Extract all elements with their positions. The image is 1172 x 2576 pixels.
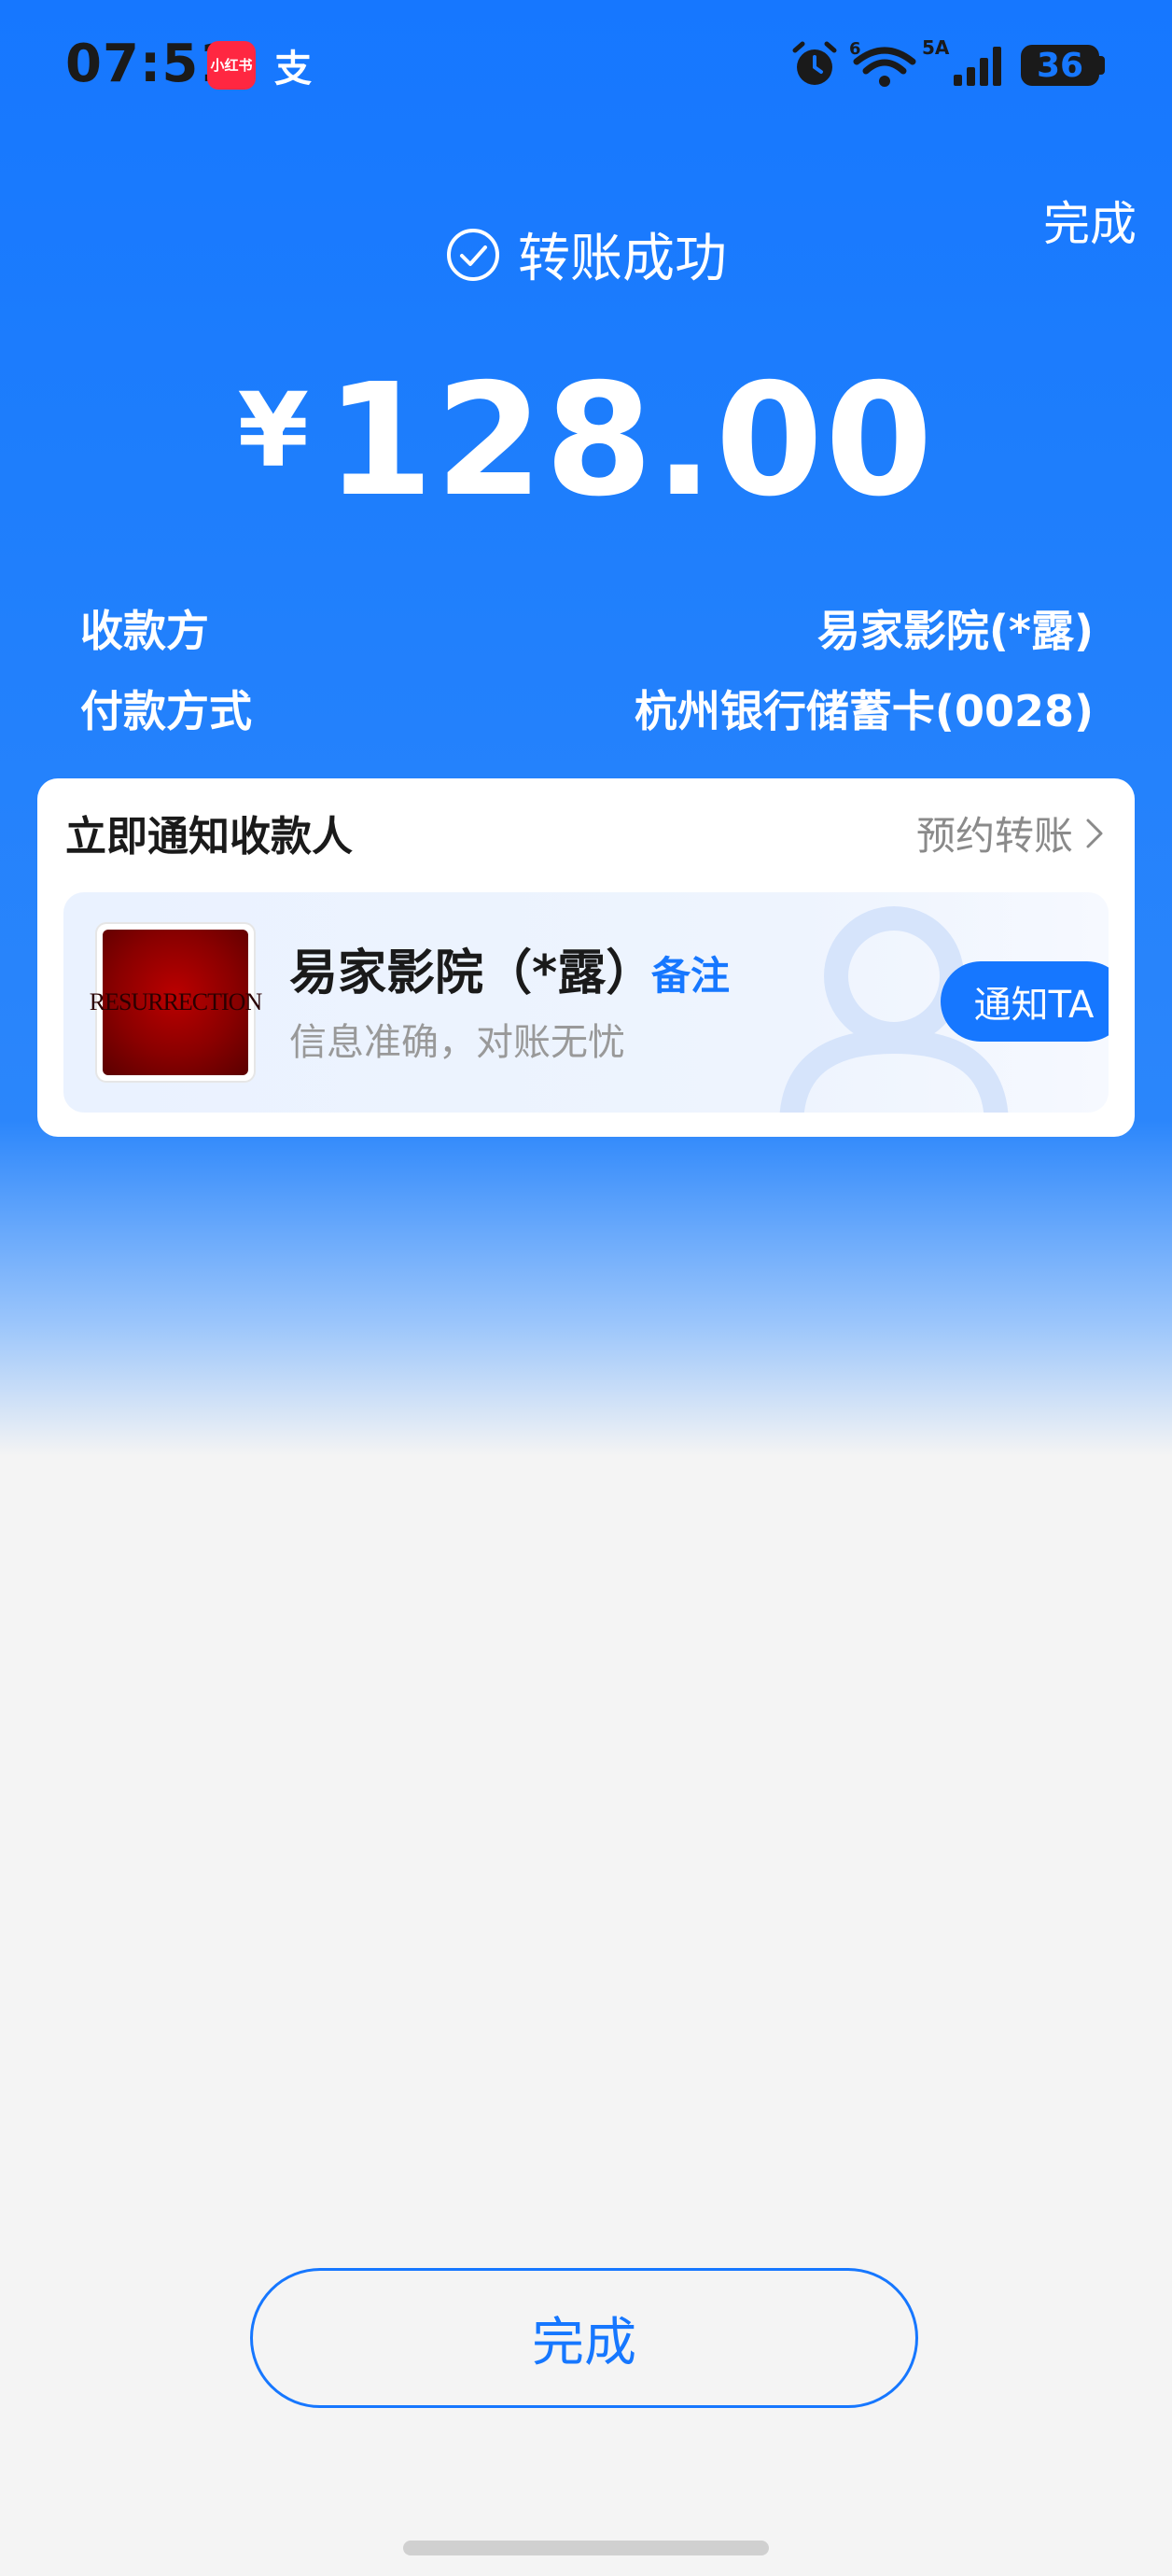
amount-display: ¥128.00 bbox=[0, 351, 1172, 531]
schedule-transfer-label: 预约转账 bbox=[915, 813, 1073, 859]
payee-value: 易家影院(*露) bbox=[816, 606, 1094, 656]
remark-link[interactable]: 备注 bbox=[651, 945, 730, 1001]
success-text: 转账成功 bbox=[518, 229, 727, 289]
alipay-icon: 支 bbox=[274, 48, 312, 91]
payment-method-value: 杭州银行储蓄卡(0028) bbox=[634, 686, 1094, 736]
network-label: 5A bbox=[922, 37, 950, 59]
success-status: 转账成功 bbox=[0, 217, 1172, 292]
home-indicator bbox=[403, 2541, 769, 2555]
wifi-icon: 6 bbox=[849, 39, 916, 87]
xiaohongshu-icon: 小红书 bbox=[207, 41, 256, 90]
payment-method-label: 付款方式 bbox=[80, 686, 252, 736]
card-title: 立即通知收款人 bbox=[65, 813, 353, 861]
avatar-image: RESURRECTION bbox=[90, 930, 262, 1075]
done-button[interactable]: 完成 bbox=[250, 2268, 918, 2408]
payee-subtitle: 信息准确，对账无忧 bbox=[289, 1021, 625, 1064]
cellular-signal-icon: 5A bbox=[922, 37, 1001, 86]
currency-symbol: ¥ bbox=[237, 371, 309, 490]
check-circle-icon bbox=[447, 228, 499, 281]
battery-tip bbox=[1099, 56, 1105, 75]
battery-indicator: 36 bbox=[1021, 45, 1099, 86]
chevron-right-icon bbox=[1086, 819, 1103, 847]
schedule-transfer-link[interactable]: 预约转账 bbox=[916, 805, 1109, 861]
notify-button[interactable]: 通知TA bbox=[941, 961, 1109, 1042]
payee-label: 收款方 bbox=[80, 606, 209, 656]
notify-card: 立即通知收款人 预约转账 RESURRECTION 易家影院（*露） 备注 信息… bbox=[37, 778, 1135, 1137]
alarm-icon bbox=[792, 41, 837, 85]
payee-name: 易家影院（*露） bbox=[289, 945, 655, 1001]
payee-avatar: RESURRECTION bbox=[90, 924, 262, 1081]
amount-value: 128.00 bbox=[325, 351, 935, 531]
payee-panel: RESURRECTION 易家影院（*露） 备注 信息准确，对账无忧 通知TA bbox=[63, 892, 1109, 1113]
